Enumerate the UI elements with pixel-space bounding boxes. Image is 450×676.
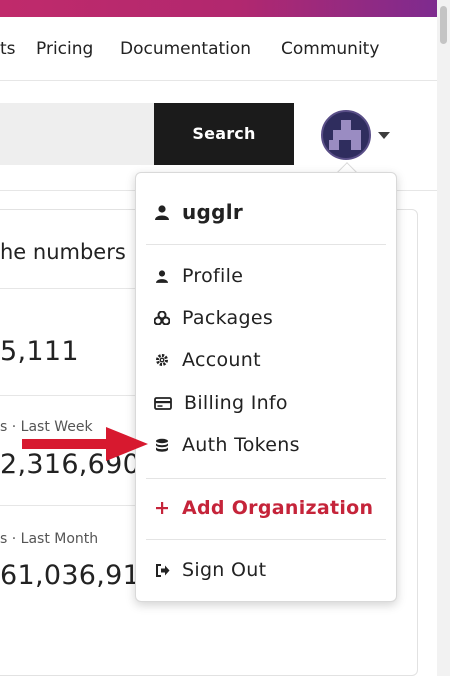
nav-link-products[interactable]: ts — [0, 39, 16, 59]
username-label: ugglr — [182, 200, 244, 224]
packages-icon — [154, 310, 170, 326]
stats-card-title: he numbers — [0, 240, 126, 264]
user-icon — [154, 204, 170, 220]
search-input[interactable] — [0, 103, 154, 165]
search-button[interactable]: Search — [154, 103, 294, 165]
menu-item-account[interactable]: Account — [154, 346, 261, 374]
divider — [0, 288, 140, 289]
avatar[interactable] — [321, 110, 371, 160]
menu-item-label: Auth Tokens — [182, 434, 300, 456]
top-navigation: ts Pricing Documentation Community — [0, 17, 437, 81]
user-icon — [154, 268, 170, 284]
divider — [0, 505, 140, 506]
menu-item-label: Account — [182, 349, 261, 371]
gear-icon — [154, 352, 170, 368]
red-pointer-arrow — [22, 427, 148, 461]
menu-item-label: Profile — [182, 265, 244, 287]
divider — [146, 244, 386, 245]
scrollbar-thumb[interactable] — [440, 6, 447, 44]
brand-gradient-bar — [0, 0, 437, 17]
menu-item-label: Packages — [182, 307, 274, 329]
divider — [146, 539, 386, 540]
add-organization-label: Add Organization — [182, 497, 374, 519]
stat-value-total: 5,111 — [0, 336, 79, 367]
nav-link-community[interactable]: Community — [281, 39, 379, 59]
menu-item-packages[interactable]: Packages — [154, 304, 273, 332]
menu-item-label: Billing Info — [184, 392, 288, 414]
menu-item-billing-info[interactable]: Billing Info — [154, 389, 288, 417]
menu-item-profile[interactable]: Profile — [154, 262, 243, 290]
sign-out-button[interactable]: Sign Out — [154, 556, 266, 584]
sign-out-label: Sign Out — [182, 559, 267, 581]
page-scrollbar[interactable] — [437, 0, 450, 676]
add-organization-button[interactable]: Add Organization — [154, 494, 373, 522]
stat-label-last-month: s · Last Month — [0, 531, 99, 547]
sign-out-icon — [154, 562, 170, 578]
nav-link-pricing[interactable]: Pricing — [36, 39, 93, 59]
plus-icon — [154, 500, 170, 516]
nav-link-documentation[interactable]: Documentation — [120, 39, 251, 59]
divider — [0, 395, 140, 396]
divider — [146, 478, 386, 479]
user-menu-username: ugglr — [154, 198, 243, 226]
search-bar: Search — [0, 103, 437, 165]
stat-value-last-month: 61,036,911 — [0, 560, 158, 591]
credit-card-icon — [154, 395, 172, 411]
user-menu-dropdown: ugglr Profile Packages Account Billing I… — [135, 172, 397, 602]
menu-item-auth-tokens[interactable]: Auth Tokens — [154, 431, 300, 459]
chevron-down-icon[interactable] — [378, 132, 390, 139]
